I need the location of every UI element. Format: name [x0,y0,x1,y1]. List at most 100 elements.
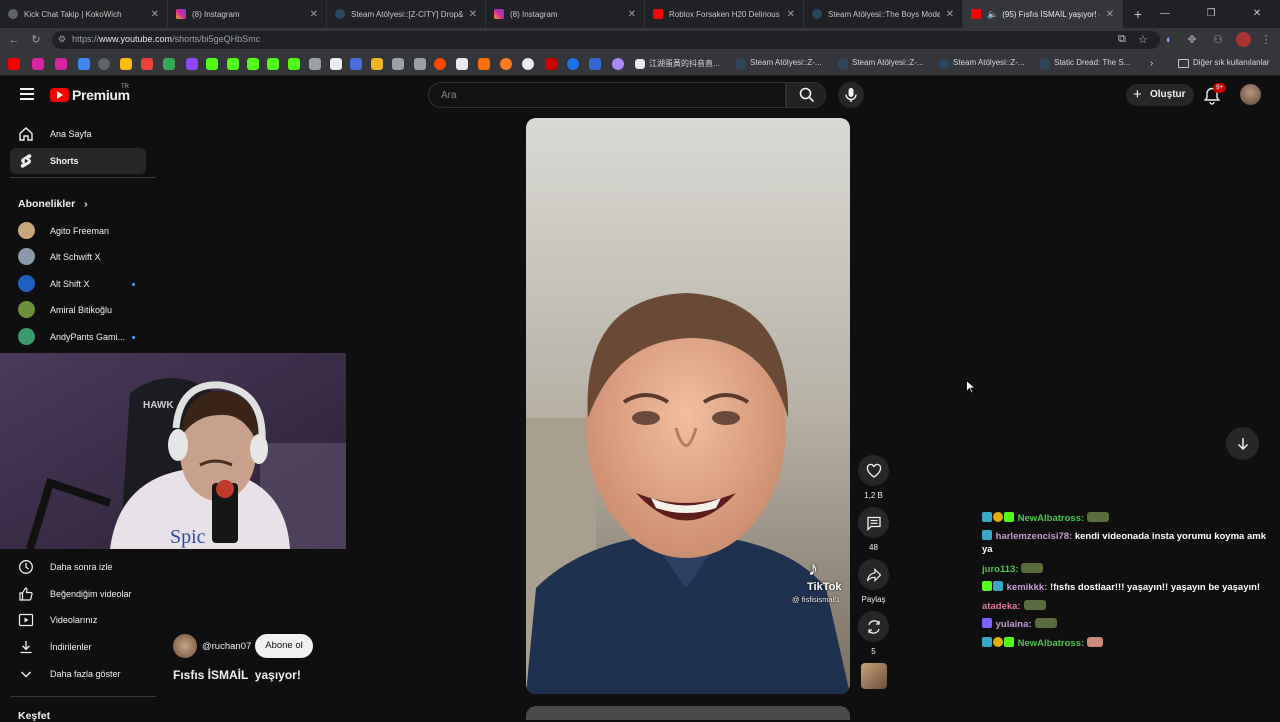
anchor-bookmark-icon[interactable] [309,58,321,70]
sound-thumbnail[interactable] [861,663,887,689]
next-short-preview[interactable] [526,706,850,720]
steam-bookmark-icon[interactable] [939,59,949,69]
bookmark-icon[interactable] [545,58,557,70]
extension-icon[interactable]: ◖ [1160,32,1176,48]
bookmarks-overflow-icon[interactable]: › [1150,58,1153,69]
bookmark-icon[interactable] [456,58,468,70]
bookmark-link[interactable]: Steam Atölyesi::Z-... [953,58,1025,67]
browser-tab[interactable]: (8) Instagram ✕ [486,0,645,28]
instagram-bookmark-icon[interactable] [32,58,44,70]
bookmark-icon[interactable] [612,58,624,70]
hamburger-menu-icon[interactable] [20,87,34,101]
subscriptions-heading[interactable]: Abonelikler › [18,198,88,210]
sidebar-item-subscription[interactable]: AndyPants Gami... [10,324,146,350]
kick-bookmark-icon[interactable] [267,58,279,70]
gmail-bookmark-icon[interactable] [141,58,153,70]
sidebar-item-show-more[interactable]: Daha fazla göster [10,661,146,687]
close-icon[interactable]: ✕ [469,9,477,20]
bookmark-icon[interactable] [392,58,404,70]
profile-avatar[interactable] [1236,32,1251,47]
sidebar-item-liked-videos[interactable]: Beğendiğim videolar [10,581,146,607]
kick-bookmark-icon[interactable] [247,58,259,70]
browser-tab[interactable]: Steam Atölyesi::[Z-CITY] Drop&Kick ✕ [327,0,486,28]
kick-bookmark-icon[interactable] [288,58,300,70]
close-icon[interactable]: ✕ [1106,9,1114,20]
channel-handle[interactable]: @ruchan07 [202,641,251,652]
other-bookmarks-folder[interactable]: Diğer sık kullanılanlar [1193,58,1269,67]
browser-tab[interactable]: Kick Chat Takip | KokoWich ✕ [0,0,168,28]
speaker-icon[interactable]: 🔈 [987,9,998,20]
reddit-bookmark-icon[interactable] [434,58,446,70]
comments-button[interactable] [858,507,889,538]
twitch-bookmark-icon[interactable] [186,58,198,70]
back-icon[interactable]: ← [6,32,22,48]
sidebar-item-downloads[interactable]: İndirilenler [10,634,146,660]
search-button[interactable] [786,82,826,108]
bookmark-icon[interactable] [371,58,383,70]
bookmark-icon[interactable] [522,58,534,70]
search-input[interactable]: Ara [428,82,786,108]
kick-bookmark-icon[interactable] [227,58,239,70]
remix-button[interactable] [858,611,889,642]
bookmark-icon[interactable] [567,58,579,70]
sidebar-item-watch-later[interactable]: Daha sonra izle [10,554,146,580]
close-icon[interactable]: ✕ [310,9,318,20]
reload-icon[interactable]: ↻ [28,32,44,48]
browser-menu-icon[interactable]: ⋮ [1258,32,1274,48]
close-window-icon[interactable]: ✕ [1234,0,1280,28]
bookmark-icon[interactable] [589,58,601,70]
browser-tab-active[interactable]: 🔈 (95) Fısfıs İSMAİL yaşıyor! - Yo ✕ [963,0,1123,28]
drive-bookmark-icon[interactable] [163,58,175,70]
extensions-puzzle-icon[interactable]: ✥ [1184,32,1200,48]
kick-bookmark-icon[interactable] [206,58,218,70]
youtube-bookmark-icon[interactable] [8,58,20,70]
globe-bookmark-icon[interactable] [98,58,110,70]
install-app-icon[interactable]: ⧉ [1118,33,1126,46]
shorts-video-player[interactable]: ♪ TikTok @ fisfisismail1 [526,118,850,694]
steam-bookmark-icon[interactable] [838,59,848,69]
share-button[interactable] [858,559,889,590]
bookmark-icon[interactable] [414,58,426,70]
bookmark-icon[interactable] [478,58,490,70]
minimize-icon[interactable]: — [1142,0,1188,28]
bookmark-link[interactable]: 江湖蛋黃的抖音直... [649,58,720,69]
close-icon[interactable]: ✕ [787,9,795,20]
bookmark-link[interactable]: Steam Atölyesi::Z-... [750,58,822,67]
bookmark-icon[interactable] [500,58,512,70]
create-button[interactable]: + Oluştur [1126,84,1194,106]
close-icon[interactable]: ✕ [628,9,636,20]
sidebar-item-shorts[interactable]: Shorts [10,148,146,174]
bookmark-icon[interactable] [350,58,362,70]
restore-icon[interactable]: ❐ [1188,0,1234,28]
tiktok-bookmark-icon[interactable] [635,59,645,69]
apps-bookmark-icon[interactable] [120,58,132,70]
url-bar[interactable]: ⚙ https://www.youtube.com/shorts/bi5geQH… [52,31,1160,49]
like-button[interactable] [858,455,889,486]
bookmark-star-icon[interactable]: ☆ [1138,33,1148,46]
voice-search-button[interactable] [838,82,864,108]
close-icon[interactable]: ✕ [946,9,954,20]
avatar[interactable] [1240,84,1261,105]
steam-bookmark-icon[interactable] [736,59,746,69]
close-icon[interactable]: ✕ [151,9,159,20]
browser-tab[interactable]: Steam Atölyesi::The Boys Mode [Z ✕ [804,0,963,28]
sidebar-item-subscription[interactable]: Amiral Bitikoğlu [10,297,146,323]
sidebar-item-your-videos[interactable]: Videolarınız [10,607,146,633]
bookmark-link[interactable]: Steam Atölyesi::Z-... [852,58,924,67]
drive-bookmark-icon[interactable] [78,58,90,70]
bookmark-link[interactable]: Static Dread: The S... [1054,58,1130,67]
browser-tab[interactable]: (8) Instagram ✕ [168,0,327,28]
instagram-bookmark-icon[interactable] [55,58,67,70]
x-bookmark-icon[interactable] [330,58,342,70]
sidebar-item-subscription[interactable]: Alt Shift X [10,271,146,297]
sidebar-item-subscription[interactable]: Agito Freeman [10,218,146,244]
channel-avatar[interactable] [173,634,197,658]
steam-bookmark-icon[interactable] [1040,59,1050,69]
browser-tab[interactable]: Roblox Forsaken H20 Delirious O ✕ [645,0,804,28]
sidebar-item-subscription[interactable]: Alt Schwift X [10,244,146,270]
next-short-button[interactable] [1226,427,1259,460]
site-info-icon[interactable]: ⚙ [58,34,66,45]
notifications-button[interactable]: 9+ [1204,83,1227,105]
profile-switch-icon[interactable]: ⚇ [1210,32,1226,48]
subscribe-button[interactable]: Abone ol [255,634,313,658]
